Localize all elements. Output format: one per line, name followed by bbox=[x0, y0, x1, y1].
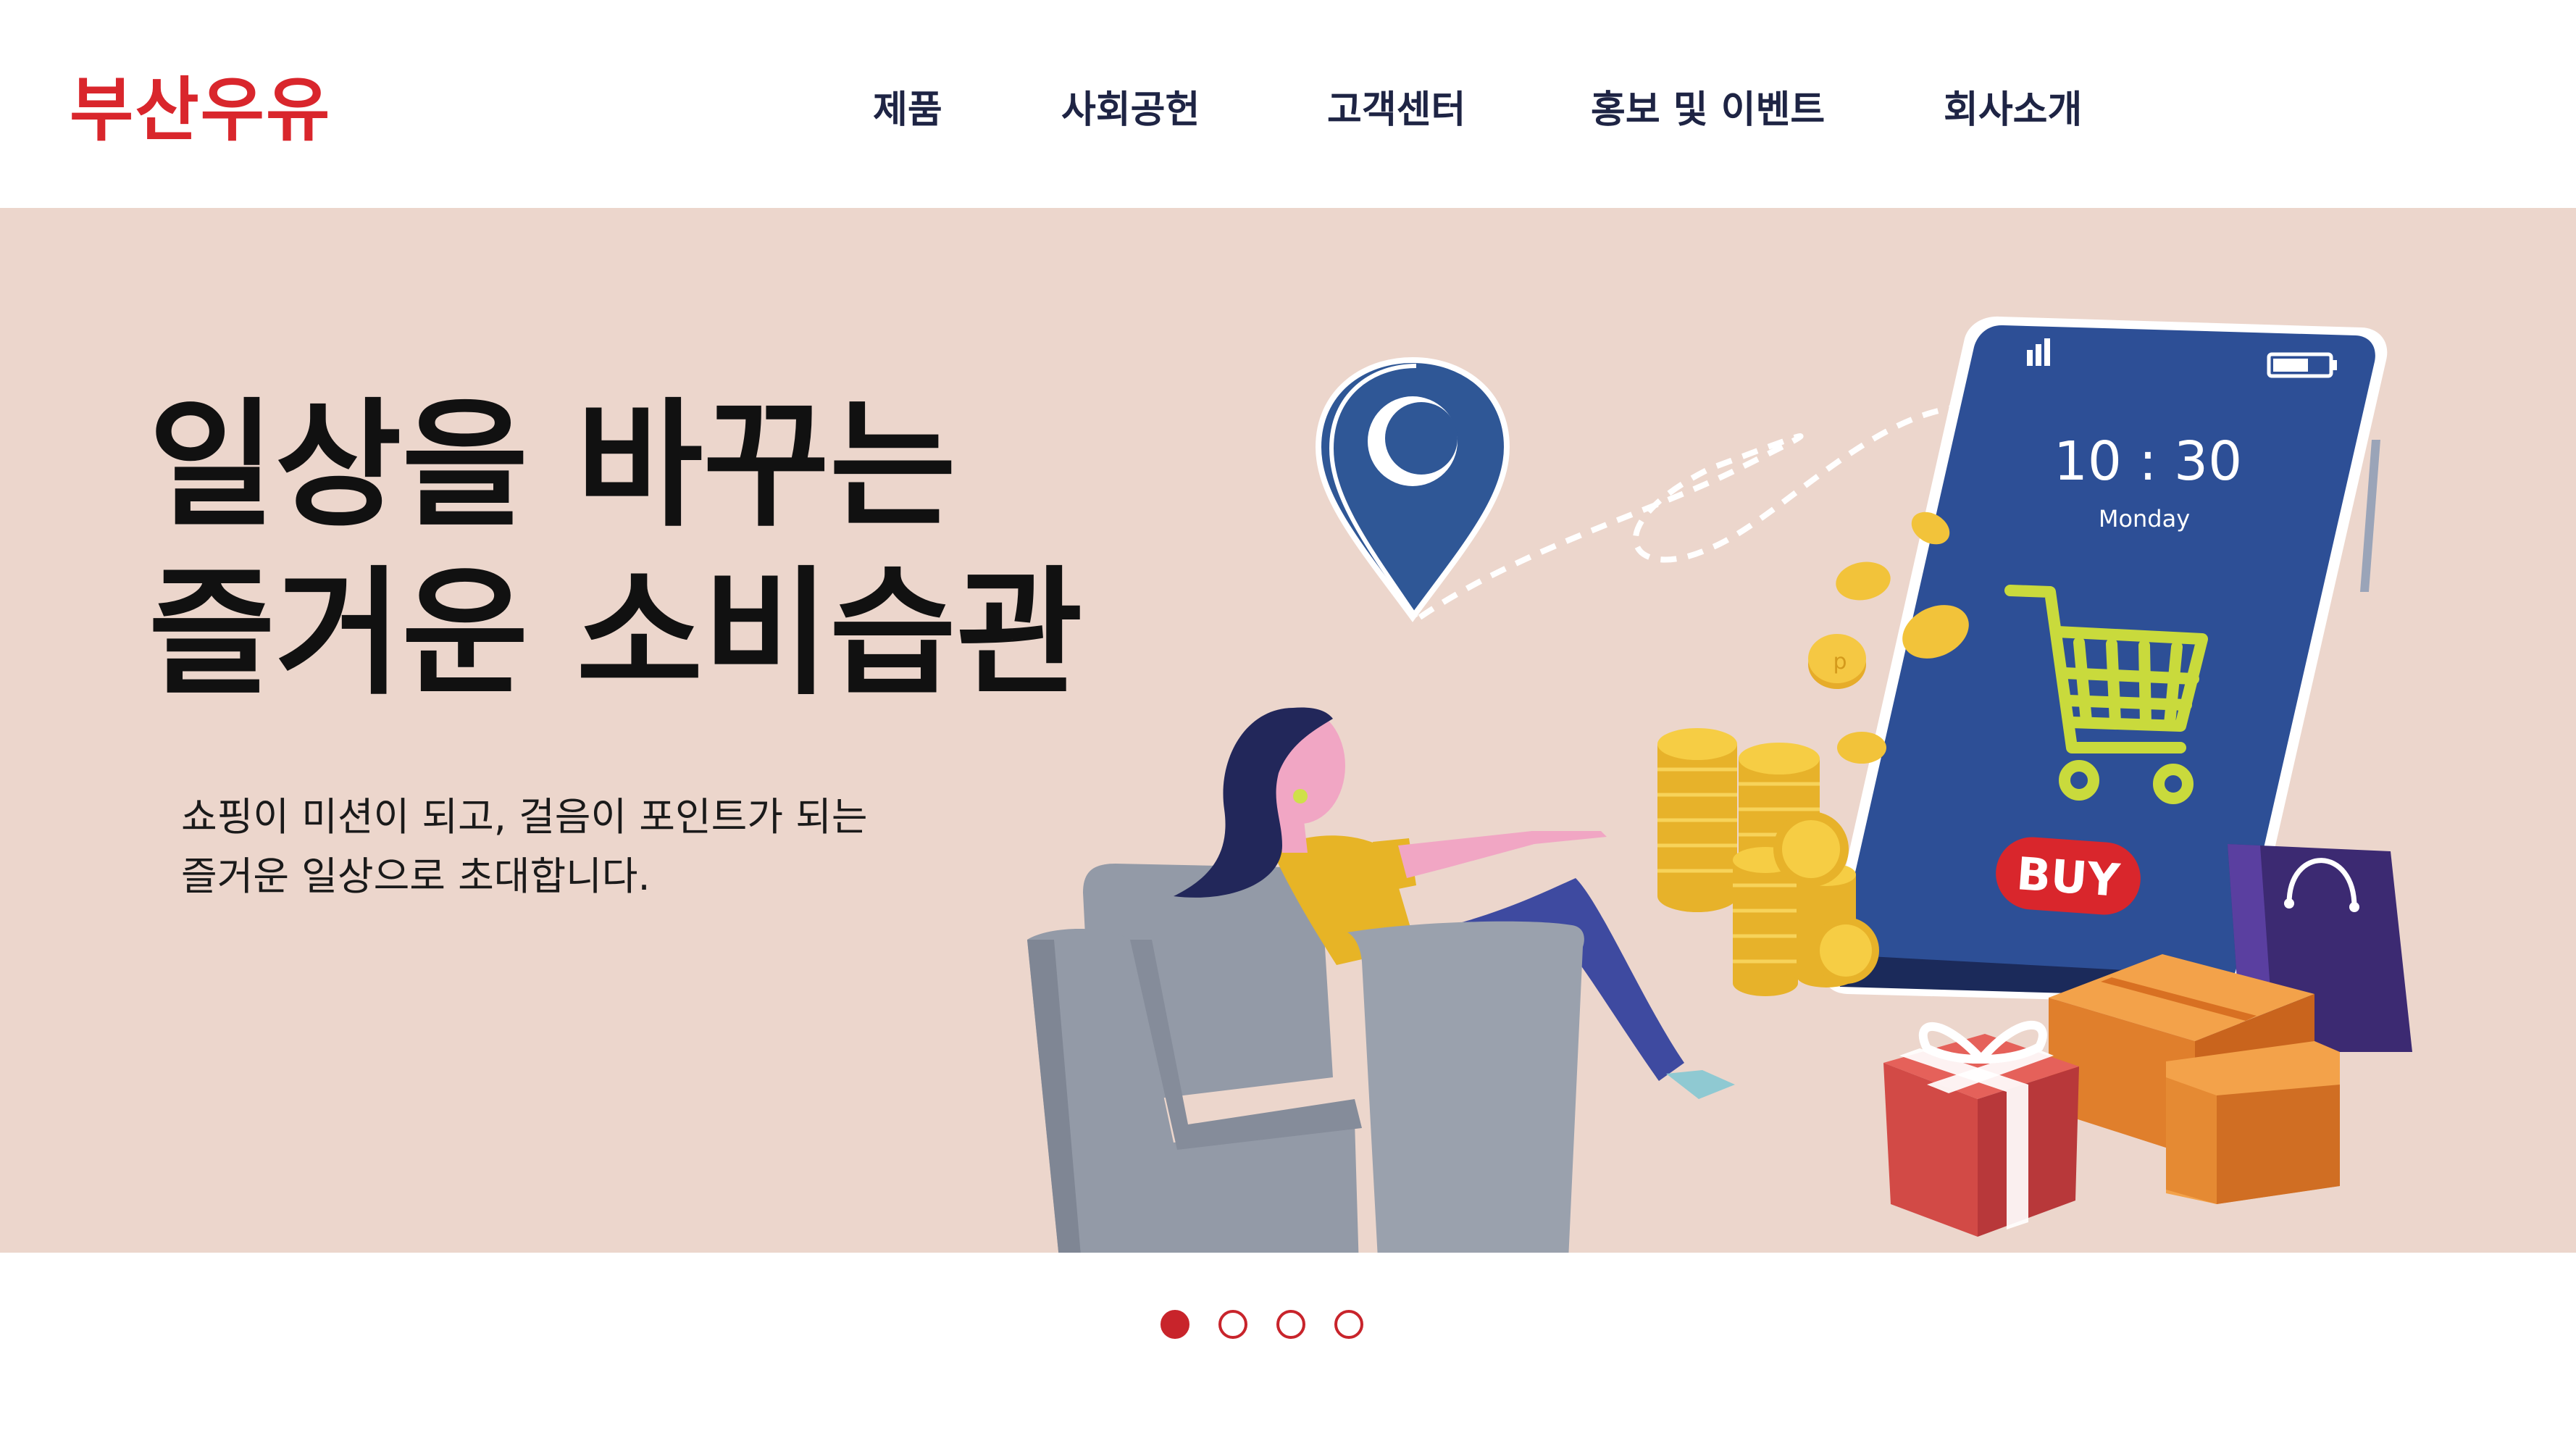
site-header: 부산우유 제품 사회공헌 고객센터 홍보 및 이벤트 회사소개 bbox=[0, 0, 2576, 208]
nav-item-social-contribution[interactable]: 사회공헌 bbox=[1061, 81, 1200, 139]
phone-time: 10 : 30 bbox=[2054, 430, 2242, 493]
location-pin-icon bbox=[1315, 356, 1510, 622]
nav-item-pr-events[interactable]: 홍보 및 이벤트 bbox=[1591, 81, 1825, 139]
carousel-dot-1[interactable] bbox=[1161, 1310, 1189, 1339]
buy-label: BUY bbox=[2015, 847, 2122, 907]
hero-headline-line-2: 즐거운 소비습관 bbox=[149, 554, 1083, 714]
hero-subtext-line-2: 즐거운 일상으로 초대합니다. bbox=[181, 853, 651, 899]
hero-illustration: 10 : 30 Monday BUY p bbox=[1027, 316, 2412, 1253]
gift-box-icon bbox=[1883, 1020, 2079, 1237]
hero-headline: 일상을 바꾸는 즐거운 소비습관 bbox=[149, 382, 1083, 718]
nav-item-products[interactable]: 제품 bbox=[873, 81, 942, 139]
hero-subtext: 쇼핑이 미션이 되고, 걸음이 포인트가 되는 즐거운 일상으로 초대합니다. bbox=[181, 788, 868, 906]
hero-banner[interactable]: 10 : 30 Monday BUY p 일상을 바꾸는 즐거운 소비습관 쇼핑… bbox=[0, 208, 2576, 1253]
parcel-boxes bbox=[2049, 954, 2340, 1204]
phone-day: Monday bbox=[2099, 505, 2190, 533]
nav-item-about-company[interactable]: 회사소개 bbox=[1944, 81, 2082, 139]
carousel-dot-2[interactable] bbox=[1218, 1310, 1247, 1339]
hero-subtext-line-1: 쇼핑이 미션이 되고, 걸음이 포인트가 되는 bbox=[181, 794, 868, 840]
brand-logo[interactable]: 부산우유 bbox=[70, 67, 331, 154]
hero-headline-line-1: 일상을 바꾸는 bbox=[149, 385, 956, 546]
nav-item-customer-center[interactable]: 고객센터 bbox=[1327, 81, 1465, 139]
woman-on-armchair-illustration bbox=[1027, 707, 1735, 1253]
coin-stacks bbox=[1657, 728, 1879, 996]
carousel-dot-4[interactable] bbox=[1334, 1310, 1363, 1339]
carousel-dot-3[interactable] bbox=[1276, 1310, 1305, 1339]
coin-mark: p bbox=[1833, 649, 1847, 675]
